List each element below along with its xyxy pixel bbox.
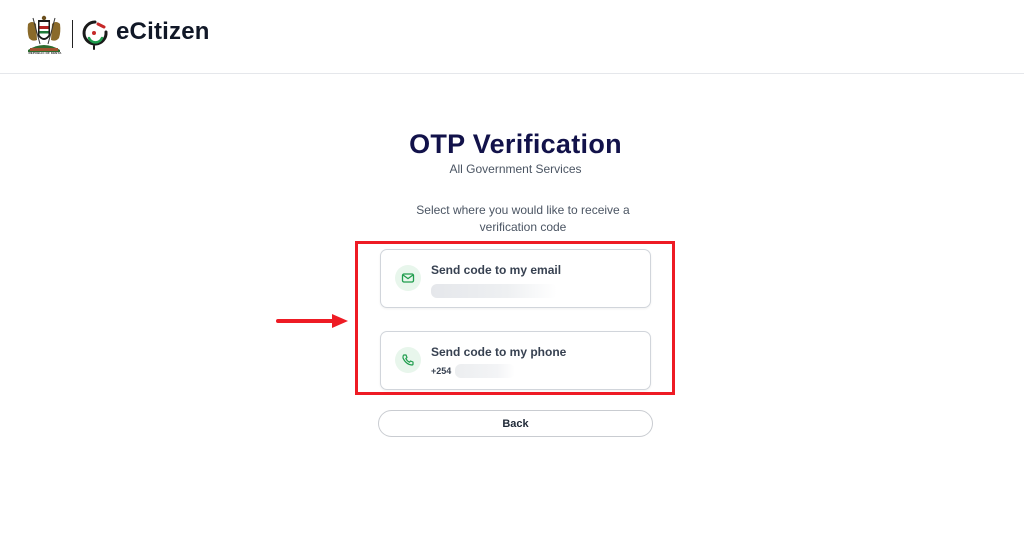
brand-name[interactable]: eCitizen [116, 18, 210, 46]
instruction-text: Select where you would like to receive a… [416, 203, 630, 234]
email-option-label: Send code to my email [431, 263, 562, 277]
pointer-arrow-icon [276, 314, 348, 328]
redacted-phone [455, 364, 515, 378]
phone-option-label: Send code to my phone [431, 345, 567, 359]
page-title: OTP Verification [409, 129, 622, 159]
back-button[interactable]: Back [378, 410, 653, 437]
ecitizen-logo-icon [82, 20, 108, 50]
send-code-phone-option[interactable]: Send code to my phone +254 [380, 331, 651, 390]
send-code-email-option[interactable]: Send code to my email [380, 249, 651, 308]
coat-of-arms-icon [27, 15, 61, 52]
phone-icon [395, 347, 421, 373]
header-divider [72, 20, 73, 48]
mail-icon [395, 265, 421, 291]
redacted-email [431, 284, 557, 298]
page-subtitle: All Government Services [449, 162, 582, 176]
top-header: REPUBLIC OF KENYA eCitizen [0, 0, 1024, 74]
coat-caption: REPUBLIC OF KENYA [28, 51, 62, 55]
phone-number-value: +254 [431, 366, 452, 376]
